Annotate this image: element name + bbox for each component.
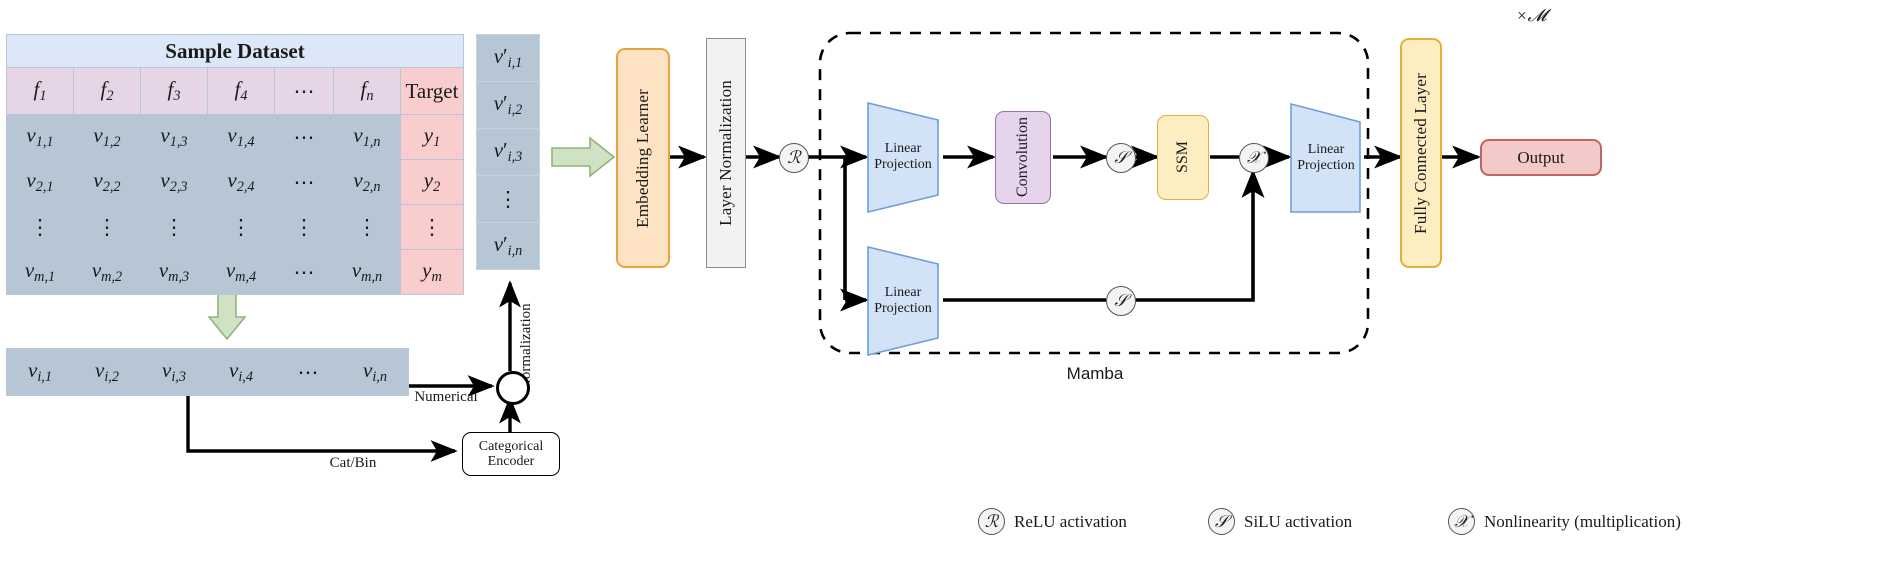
ssm-block[interactable]: SSM: [1157, 115, 1209, 200]
linear-projection-shapes: [867, 101, 1361, 357]
lp-bottom-line2: Projection: [874, 301, 932, 316]
fully-connected-layer-block[interactable]: Fully Connected Layer: [1400, 38, 1442, 268]
linear-projection-out-label: Linear Projection: [1291, 134, 1361, 182]
fully-connected-layer-label: Fully Connected Layer: [1411, 72, 1430, 234]
mamba-label: Mamba: [1066, 364, 1124, 383]
output-label: Output: [1517, 147, 1565, 167]
silu-legend-label: SiLU activation: [1244, 511, 1353, 531]
legend-item-silu: 𝒮 SiLU activation: [1208, 508, 1352, 535]
linear-projection-bottom-label: Linear Projection: [868, 277, 938, 325]
relu-legend-label: ReLU activation: [1014, 511, 1127, 531]
lp-bottom-line1: Linear: [884, 285, 922, 301]
nonlinearity-multiplication-node: 𝒳: [1239, 143, 1269, 173]
legend-item-nonlinearity: 𝒳 Nonlinearity (multiplication): [1448, 508, 1681, 535]
nonlinearity-legend-label: Nonlinearity (multiplication): [1484, 511, 1681, 531]
nonlinearity-legend-icon: 𝒳: [1448, 508, 1475, 535]
lp-out-line1: Linear: [1307, 142, 1345, 158]
lp-top-line1: Linear: [884, 141, 922, 157]
convolution-label: Convolution: [1014, 117, 1031, 198]
lp-top-line2: Projection: [874, 157, 932, 172]
ssm-label: SSM: [1174, 141, 1191, 174]
relu-legend-icon: ℛ: [978, 508, 1005, 535]
silu-activation-node-bottom: 𝒮: [1106, 286, 1136, 316]
convolution-block[interactable]: Convolution: [995, 111, 1051, 204]
linear-projection-top-label: Linear Projection: [868, 133, 938, 181]
mamba-repeat-label: ×𝓜: [1516, 6, 1547, 25]
output-block[interactable]: Output: [1480, 139, 1602, 176]
lp-out-line2: Projection: [1297, 158, 1355, 173]
silu-legend-icon: 𝒮: [1208, 508, 1235, 535]
silu-activation-node-top: 𝒮: [1106, 143, 1136, 173]
legend-item-relu: ℛ ReLU activation: [978, 508, 1127, 535]
